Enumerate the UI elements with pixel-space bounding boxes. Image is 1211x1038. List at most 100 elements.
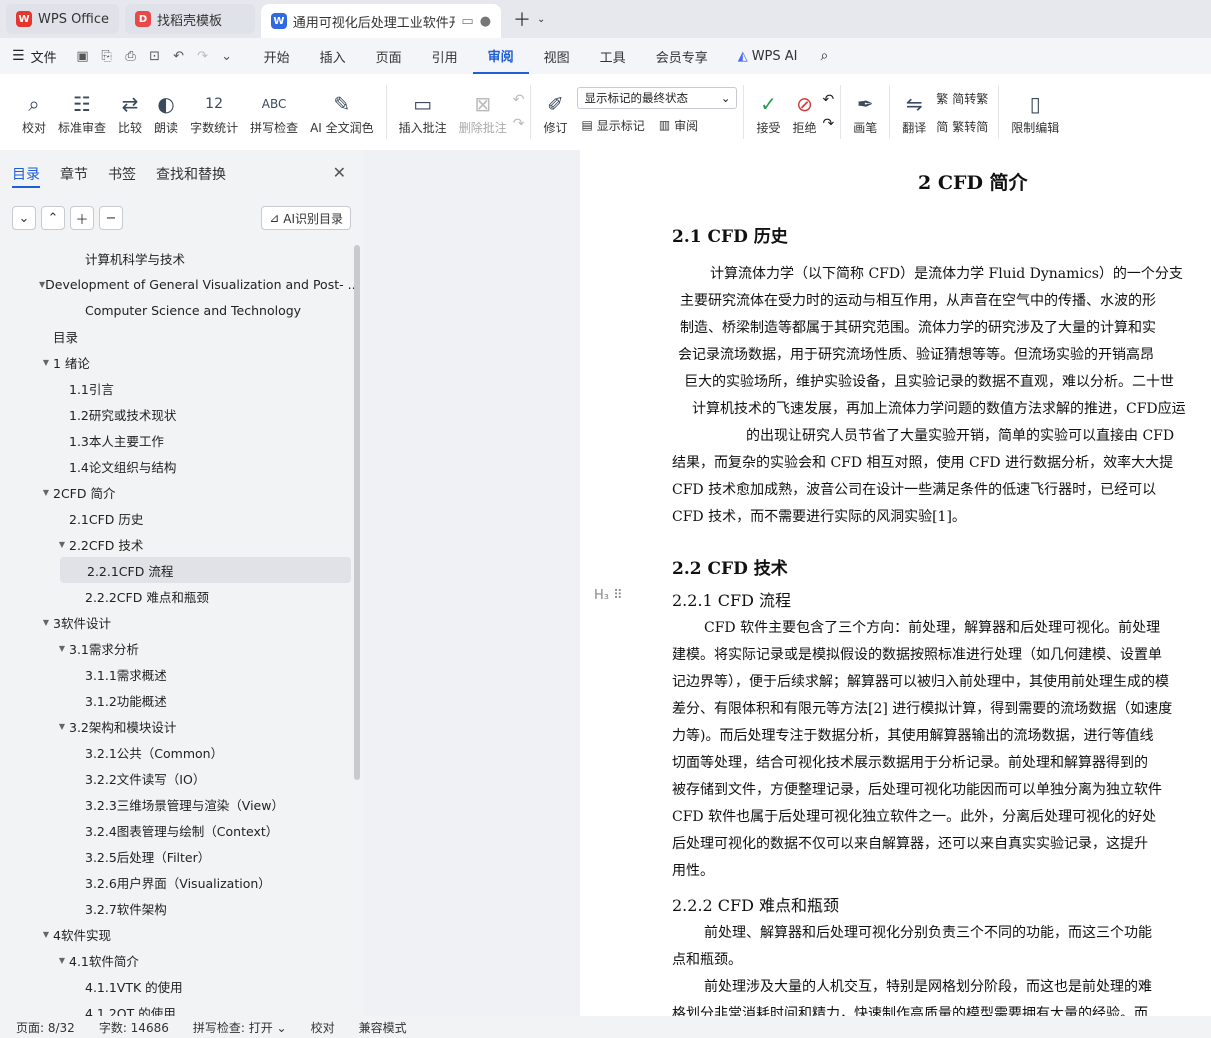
toc-item[interactable]: 1.1引言	[0, 375, 356, 401]
display-mode-select[interactable]: 显示标记的最终状态 ⌄	[577, 87, 738, 109]
prev-comment-icon[interactable]: ↶	[513, 92, 525, 108]
toc-item[interactable]: 目录	[0, 323, 356, 349]
toc-item[interactable]: ▼ 4.1软件简介	[0, 947, 356, 973]
print-icon[interactable]: ⎙	[119, 49, 143, 64]
expand-arrow-icon[interactable]: ▼	[39, 358, 53, 367]
ai-polish-button[interactable]: ✎ AI 全文润色	[304, 80, 380, 144]
simp-to-trad-button[interactable]: 繁简转繁	[932, 86, 992, 110]
toc-item[interactable]: ▼ 3.2架构和模块设计	[0, 713, 356, 739]
toc-item[interactable]: 3.2.6用户界面（Visualization）	[0, 869, 356, 895]
toc-item[interactable]: ▼ 3软件设计	[0, 609, 356, 635]
collapse-up-icon[interactable]: ⌃	[41, 206, 65, 230]
more-chevron-icon[interactable]: ⌄	[215, 49, 239, 64]
toc-item[interactable]: ▼ 3.1需求分析	[0, 635, 356, 661]
menu-reference[interactable]: 引用	[417, 38, 473, 74]
toc-item[interactable]: 3.2.7软件架构	[0, 895, 356, 921]
undo-icon[interactable]: ↶	[167, 49, 191, 64]
spell-check-status[interactable]: 拼写检查: 打开 ⌄	[193, 1019, 287, 1036]
word-count-button[interactable]: 12 字数统计	[184, 80, 244, 144]
proofread-status[interactable]: 校对	[311, 1019, 335, 1036]
menu-page[interactable]: 页面	[361, 38, 417, 74]
tab-wps-office[interactable]: W WPS Office	[6, 4, 120, 34]
pen-button[interactable]: ✒ 画笔	[847, 80, 883, 144]
close-icon[interactable]: ✕	[333, 163, 346, 182]
ai-toc-button[interactable]: ⊿ AI识别目录	[261, 206, 351, 230]
toc-item[interactable]: ▼ 2.2CFD 技术	[0, 531, 356, 557]
accept-button[interactable]: ✓ 接受	[750, 80, 786, 144]
read-aloud-button[interactable]: ◐ 朗读	[148, 80, 184, 144]
toc-item[interactable]: 3.2.2文件读写（IO）	[0, 765, 356, 791]
export-icon[interactable]: ⎘	[95, 49, 119, 64]
menu-tools[interactable]: 工具	[585, 38, 641, 74]
tab-template[interactable]: D 找稻壳模板	[125, 4, 256, 34]
trad-to-simp-button[interactable]: 简繁转简	[932, 114, 992, 138]
next-change-icon[interactable]: ↷	[822, 116, 834, 132]
expand-arrow-icon[interactable]: ▼	[55, 722, 69, 731]
heading-style-icon[interactable]: H₃ ⠿	[594, 588, 623, 603]
toc-scrollbar[interactable]	[354, 245, 360, 780]
toc-item[interactable]: 2.2.1CFD 流程	[60, 557, 351, 583]
toc-item[interactable]: 3.2.1公共（Common）	[0, 739, 356, 765]
menu-wps-ai[interactable]: ◭ WPS AI	[723, 38, 813, 74]
translate-button[interactable]: ⇋ 翻译	[896, 80, 932, 144]
tab-chapters[interactable]: 章节	[60, 164, 88, 192]
menu-view[interactable]: 视图	[529, 38, 585, 74]
remove-icon[interactable]: −	[99, 206, 123, 230]
next-comment-icon[interactable]: ↷	[513, 116, 525, 132]
print-preview-icon[interactable]: ⊡	[143, 49, 167, 64]
toc-item[interactable]: ▼ 2CFD 简介	[0, 479, 356, 505]
toc-item[interactable]: Computer Science and Technology	[0, 297, 356, 323]
toc-item[interactable]: 2.1CFD 历史	[0, 505, 356, 531]
menu-home[interactable]: 开始	[249, 38, 305, 74]
review-pane-button[interactable]: ▥ 审阅	[655, 113, 702, 137]
expand-arrow-icon[interactable]: ▼	[39, 930, 53, 939]
toc-item[interactable]: ▼ 1 绪论	[0, 349, 356, 375]
insert-comment-button[interactable]: ▭ 插入批注	[393, 80, 453, 144]
page-indicator[interactable]: 页面: 8/32	[16, 1019, 75, 1036]
toc-item[interactable]: ▼ Development of General Visualization an…	[0, 271, 356, 297]
search-icon[interactable]: ⌕	[821, 48, 829, 64]
tab-find-replace[interactable]: 查找和替换	[156, 164, 226, 192]
toc-item[interactable]: 3.2.4图表管理与绘制（Context）	[0, 817, 356, 843]
expand-arrow-icon[interactable]: ▼	[55, 540, 69, 549]
expand-down-icon[interactable]: ⌄	[12, 206, 36, 230]
tab-bookmarks[interactable]: 书签	[108, 164, 136, 192]
prev-change-icon[interactable]: ↶	[822, 92, 834, 108]
standard-review-button[interactable]: ☷ 标准审查	[52, 80, 112, 144]
tab-document[interactable]: W 通用可视化后处理工业软件开 ▭ ●	[261, 4, 502, 38]
word-count[interactable]: 字数: 14686	[99, 1019, 169, 1036]
toc-item[interactable]: 2.2.2CFD 难点和瓶颈	[0, 583, 356, 609]
delete-comment-button[interactable]: ⊠ 删除批注	[453, 80, 513, 144]
reject-button[interactable]: ⊘ 拒绝	[786, 80, 822, 144]
toc-item[interactable]: 3.2.3三维场景管理与渲染（View）	[0, 791, 356, 817]
window-icon[interactable]: ▭	[461, 14, 473, 29]
expand-arrow-icon[interactable]: ▼	[39, 618, 53, 627]
toc-item[interactable]: 4.1.1VTK 的使用	[0, 973, 356, 999]
menu-member[interactable]: 会员专享	[641, 38, 723, 74]
menu-insert[interactable]: 插入	[305, 38, 361, 74]
tab-toc[interactable]: 目录	[12, 164, 40, 188]
toc-item[interactable]: 1.2研究或技术现状	[0, 401, 356, 427]
compare-button[interactable]: ⇄ 比较	[112, 80, 148, 144]
toc-item[interactable]: 3.2.5后处理（Filter）	[0, 843, 356, 869]
save-icon[interactable]: ▣	[71, 49, 95, 64]
toc-item[interactable]: 计算机科学与技术	[0, 245, 356, 271]
toc-item[interactable]: 3.1.1需求概述	[0, 661, 356, 687]
expand-arrow-icon[interactable]: ▼	[55, 956, 69, 965]
restrict-edit-button[interactable]: ▯ 限制编辑	[1005, 80, 1065, 144]
expand-arrow-icon[interactable]: ▼	[39, 488, 53, 497]
menu-review[interactable]: 审阅	[472, 38, 529, 74]
new-tab-icon[interactable]: ＋	[513, 6, 531, 32]
toc-item[interactable]: 1.3本人主要工作	[0, 427, 356, 453]
expand-arrow-icon[interactable]: ▼	[55, 644, 69, 653]
show-marks-button[interactable]: ▤ 显示标记	[577, 113, 648, 137]
toc-item[interactable]: 1.4论文组织与结构	[0, 453, 356, 479]
revise-button[interactable]: ✐ 修订	[537, 80, 573, 144]
add-icon[interactable]: ＋	[70, 206, 94, 230]
menu-file[interactable]: 文件	[25, 47, 71, 66]
proofread-button[interactable]: ⌕ 校对	[16, 80, 52, 144]
hamburger-icon[interactable]: ☰	[12, 48, 25, 64]
toc-item[interactable]: 3.1.2功能概述	[0, 687, 356, 713]
spell-check-button[interactable]: ABC 拼写检查	[244, 80, 304, 144]
toc-item[interactable]: ▼ 4软件实现	[0, 921, 356, 947]
